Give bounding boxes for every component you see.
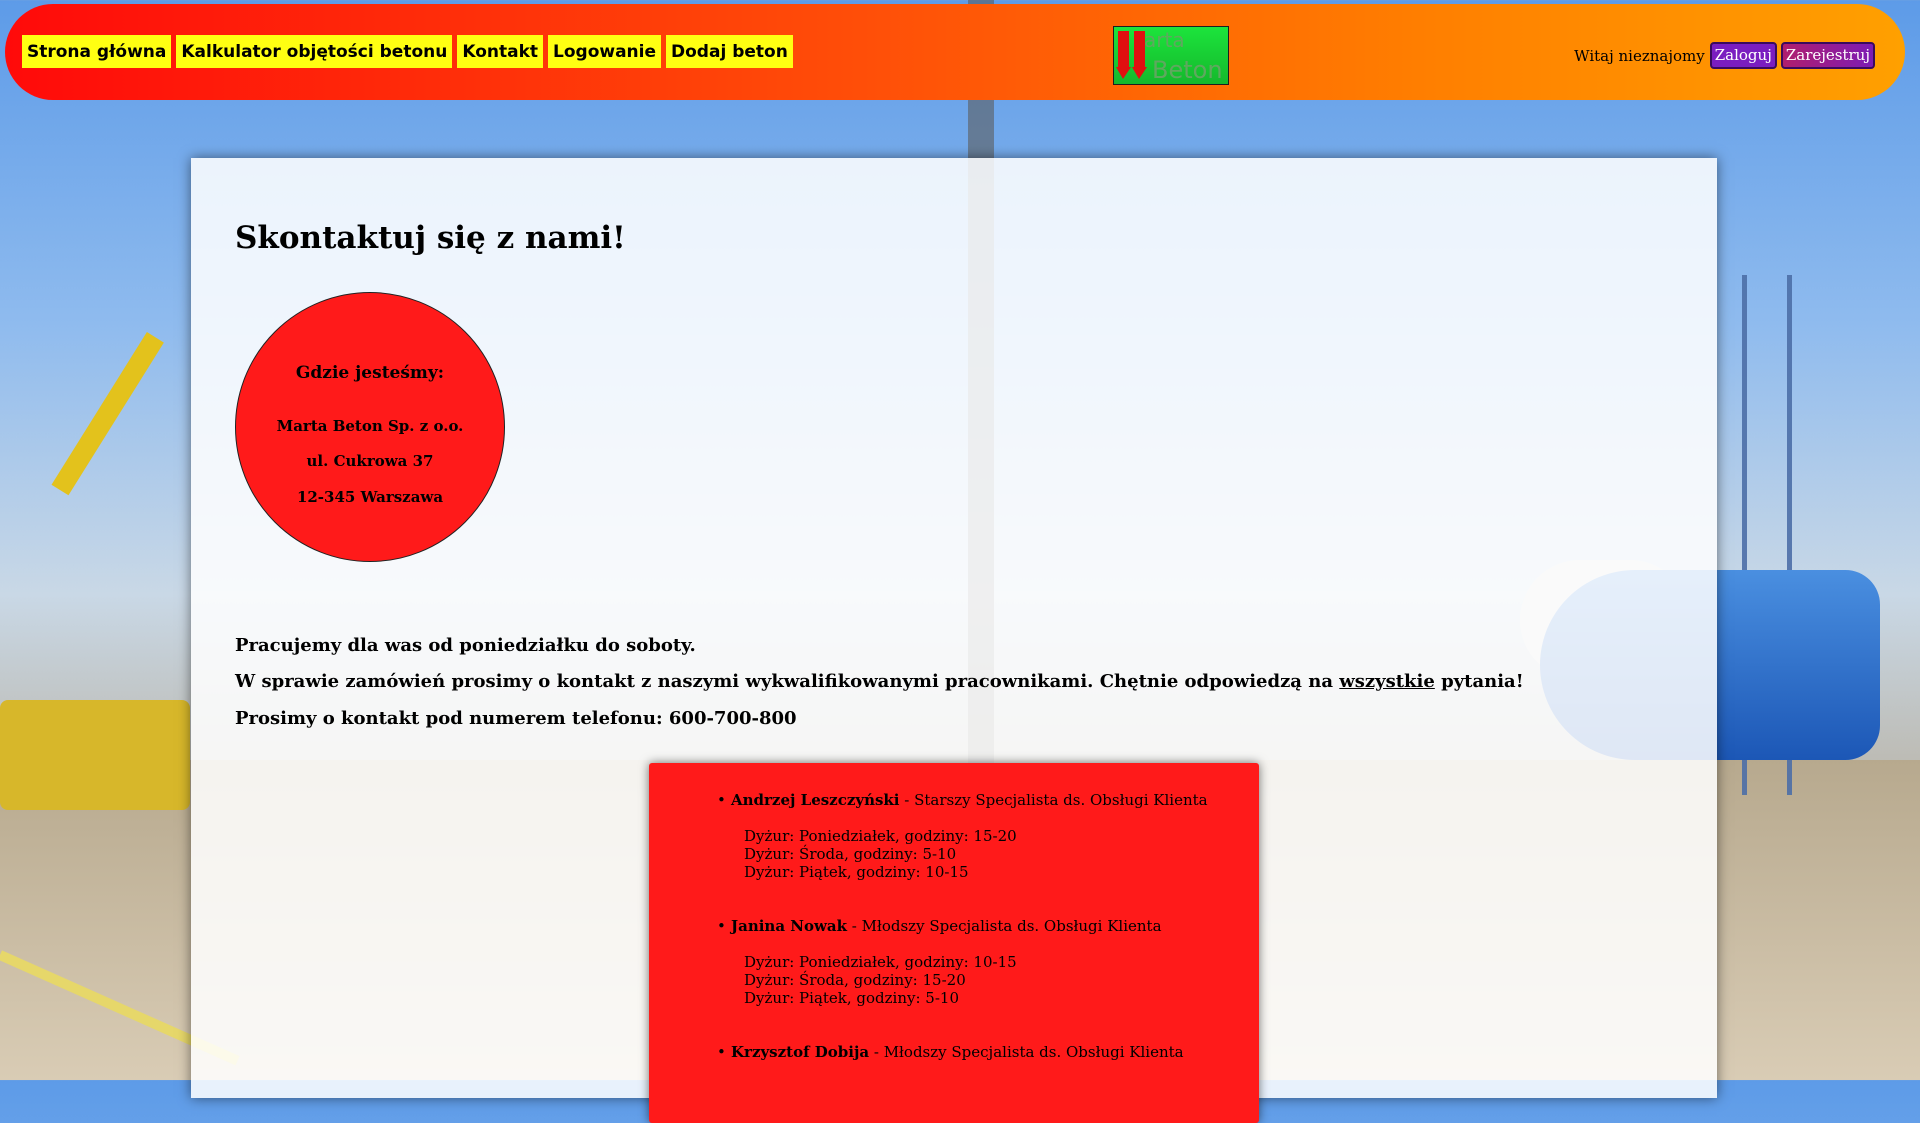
staff-name: Krzysztof Dobija	[731, 1043, 870, 1061]
staff-name: Janina Nowak	[731, 917, 848, 935]
staff-role: - Młodszy Specjalista ds. Obsługi Klient…	[869, 1043, 1184, 1061]
page-title: Skontaktuj się z nami!	[235, 220, 626, 256]
info-orders: W sprawie zamówień prosimy o kontakt z n…	[235, 671, 1524, 692]
background-crane-arm	[51, 332, 164, 496]
register-button[interactable]: Zarejestruj	[1780, 42, 1875, 69]
location-circle: Gdzie jesteśmy: Marta Beton Sp. z o.o. u…	[235, 292, 505, 562]
bullet-icon: •	[717, 1043, 726, 1061]
bullet-icon: •	[717, 791, 726, 809]
location-street: ul. Cukrowa 37	[306, 452, 434, 470]
info-working-days: Pracujemy dla was od poniedziałku do sob…	[235, 635, 696, 656]
location-company: Marta Beton Sp. z o.o.	[276, 417, 464, 435]
login-button[interactable]: Zaloguj	[1709, 42, 1777, 69]
logo-text-top: arta	[1144, 28, 1185, 52]
staff-shift: Dyżur: Poniedziałek, godziny: 15-20	[744, 827, 1017, 845]
nav-login[interactable]: Logowanie	[548, 35, 662, 68]
staff-panel: • Andrzej Leszczyński - Starszy Specjalis…	[649, 763, 1259, 1123]
staff-shift: Dyżur: Środa, godziny: 15-20	[744, 971, 966, 989]
bullet-icon: •	[717, 917, 726, 935]
logo-pen-icon	[1116, 31, 1131, 79]
top-header: Strona główna Kalkulator objętości beton…	[5, 4, 1905, 100]
staff-item: • Janina Nowak - Młodszy Specjalista ds. …	[717, 917, 1162, 1007]
nav-calculator[interactable]: Kalkulator objętości betonu	[176, 35, 453, 68]
nav-contact[interactable]: Kontakt	[457, 35, 544, 68]
staff-shift: Dyżur: Poniedziałek, godziny: 10-15	[744, 953, 1017, 971]
nav-add-concrete[interactable]: Dodaj beton	[666, 35, 793, 68]
logo[interactable]: arta Beton	[1113, 26, 1229, 85]
staff-shifts: Dyżur: Poniedziałek, godziny: 15-20 Dyżu…	[731, 827, 1208, 881]
nav-home[interactable]: Strona główna	[22, 35, 172, 68]
main-nav: Strona główna Kalkulator objętości beton…	[22, 35, 793, 68]
user-area: Witaj nieznajomy Zaloguj Zarejestruj	[1574, 42, 1875, 69]
staff-shifts: Dyżur: Poniedziałek, godziny: 10-15 Dyżu…	[731, 953, 1162, 1007]
location-city: 12-345 Warszawa	[296, 488, 444, 506]
background-crane-body	[0, 700, 190, 810]
staff-heading: • Krzysztof Dobija - Młodszy Specjalista …	[717, 1043, 1184, 1061]
staff-role: - Młodszy Specjalista ds. Obsługi Klient…	[847, 917, 1162, 935]
staff-item: • Krzysztof Dobija - Młodszy Specjalista …	[717, 1043, 1184, 1061]
info-phone: Prosimy o kontakt pod numerem telefonu: …	[235, 708, 797, 729]
location-heading: Gdzie jesteśmy:	[295, 363, 445, 383]
staff-role: - Starszy Specjalista ds. Obsługi Klient…	[899, 791, 1208, 809]
info-orders-end: pytania!	[1441, 671, 1524, 692]
staff-shift: Dyżur: Środa, godziny: 5-10	[744, 845, 957, 863]
greeting-text: Witaj nieznajomy	[1574, 46, 1705, 65]
staff-heading: • Andrzej Leszczyński - Starszy Specjalis…	[717, 791, 1208, 809]
info-orders-text: W sprawie zamówień prosimy o kontakt z n…	[235, 671, 1333, 692]
logo-text-bottom: Beton	[1152, 56, 1223, 84]
staff-name: Andrzej Leszczyński	[731, 791, 900, 809]
staff-heading: • Janina Nowak - Młodszy Specjalista ds. …	[717, 917, 1162, 935]
staff-shift: Dyżur: Piątek, godziny: 10-15	[744, 863, 969, 881]
info-all-link[interactable]: wszystkie	[1339, 671, 1435, 692]
staff-item: • Andrzej Leszczyński - Starszy Specjalis…	[717, 791, 1208, 881]
content-card: Skontaktuj się z nami! Gdzie jesteśmy: M…	[191, 158, 1717, 1123]
staff-shift: Dyżur: Piątek, godziny: 5-10	[744, 989, 960, 1007]
